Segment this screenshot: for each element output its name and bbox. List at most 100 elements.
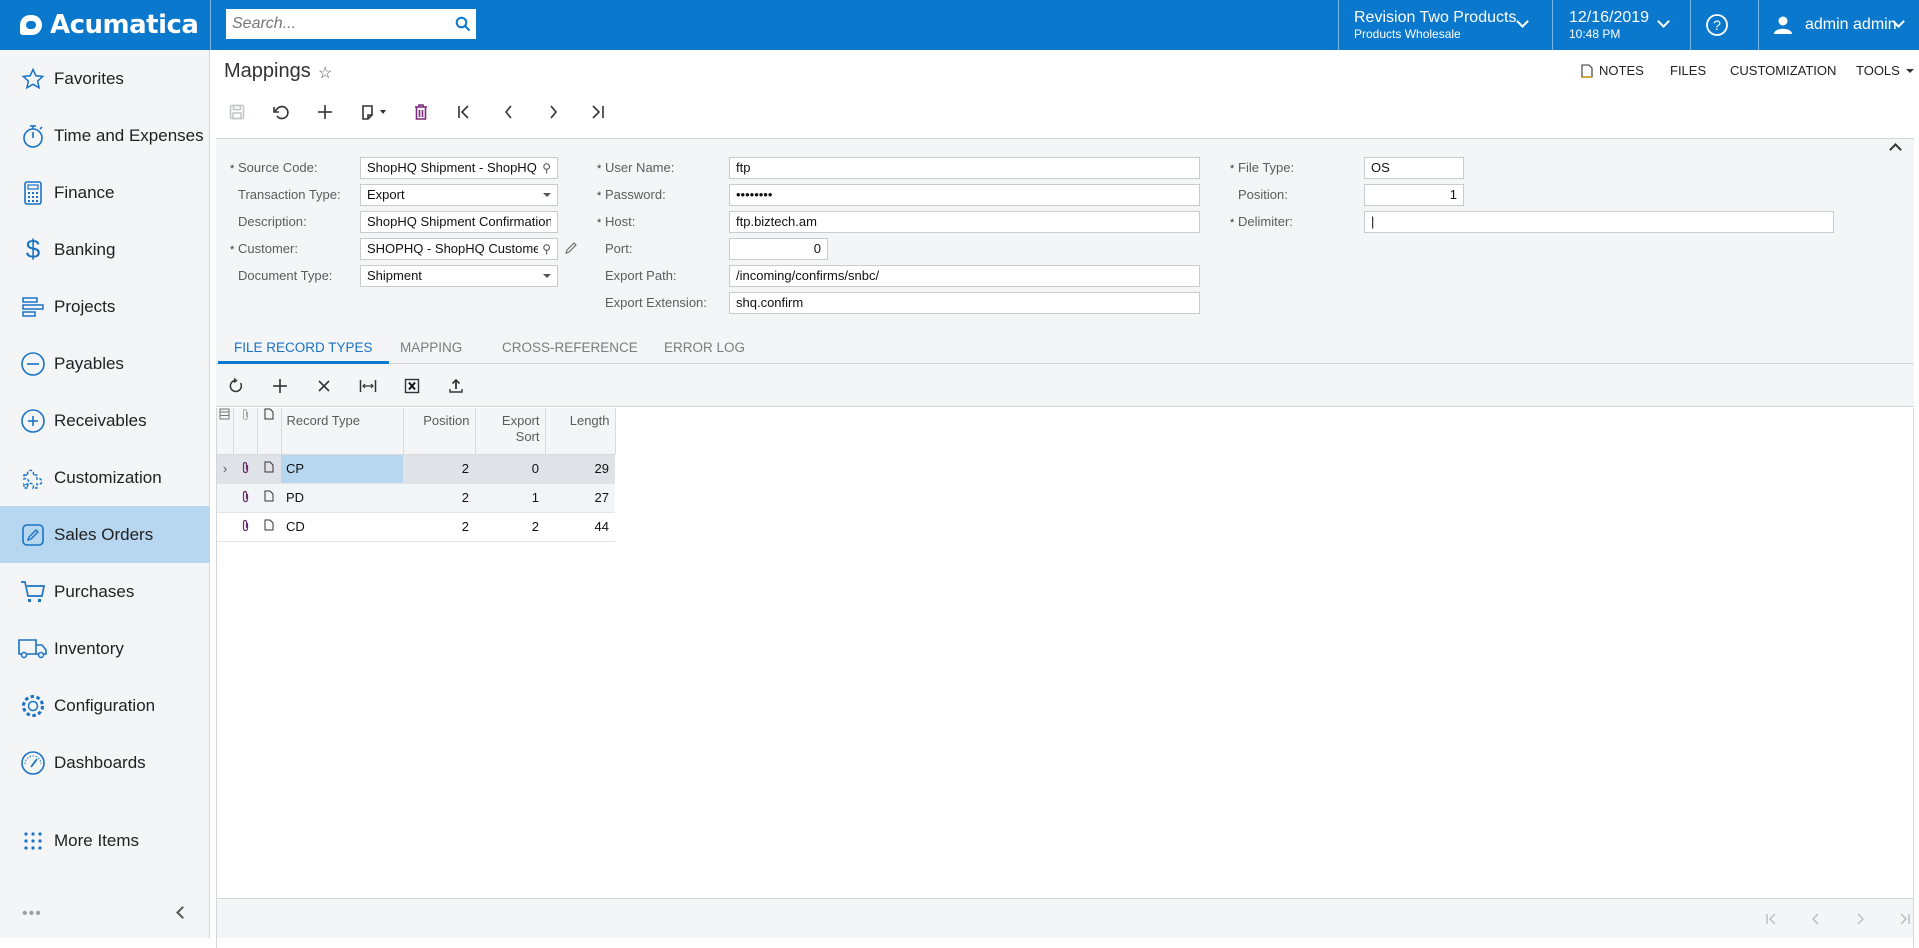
- pager-last-button[interactable]: [1892, 909, 1916, 929]
- next-record-button[interactable]: [539, 98, 567, 126]
- user-menu[interactable]: admin admin: [1758, 0, 1919, 50]
- cell-record-type[interactable]: CD: [281, 512, 403, 542]
- collapse-form-icon[interactable]: [1889, 143, 1902, 156]
- edit-customer-button[interactable]: [564, 241, 578, 260]
- previous-record-button[interactable]: [495, 98, 523, 126]
- sidebar-item-inventory[interactable]: Inventory: [0, 620, 210, 677]
- customization-button[interactable]: CUSTOMIZATION: [1730, 63, 1836, 78]
- row-selector[interactable]: [217, 512, 233, 542]
- cell-position[interactable]: 2: [403, 512, 475, 542]
- add-to-favorites-icon[interactable]: ☆: [318, 63, 332, 83]
- save-button[interactable]: [223, 98, 251, 126]
- cell-export-sort[interactable]: 0: [475, 454, 545, 484]
- tab-cross-reference[interactable]: CROSS-REFERENCE: [486, 328, 654, 364]
- description-field[interactable]: ShopHQ Shipment Confirmation: [360, 211, 558, 233]
- cell-length[interactable]: 27: [545, 483, 615, 513]
- column-header-export-sort[interactable]: Export Sort: [475, 408, 546, 455]
- more-options-icon[interactable]: •••: [22, 905, 42, 923]
- notes-button[interactable]: NOTES: [1581, 63, 1644, 78]
- files-column-header[interactable]: [233, 408, 258, 455]
- delimiter-field[interactable]: |: [1364, 211, 1834, 233]
- sidebar-item-time-and-expenses[interactable]: Time and Expenses: [0, 107, 210, 164]
- cell-position[interactable]: 2: [403, 454, 475, 484]
- sidebar-item-configuration[interactable]: Configuration: [0, 677, 210, 734]
- tab-error-log[interactable]: ERROR LOG: [648, 328, 761, 364]
- brand-logo[interactable]: Acumatica: [20, 9, 199, 41]
- sidebar-item-projects[interactable]: Projects: [0, 278, 210, 335]
- collapse-sidebar-icon[interactable]: [176, 906, 189, 919]
- tools-menu-button[interactable]: TOOLS: [1856, 63, 1914, 78]
- sidebar-item-dashboards[interactable]: Dashboards: [0, 734, 210, 791]
- file-type-field[interactable]: OS: [1364, 157, 1464, 179]
- table-row[interactable]: CD 2 2 44: [217, 512, 615, 542]
- first-record-button[interactable]: [451, 98, 479, 126]
- cell-export-sort[interactable]: 1: [475, 483, 545, 513]
- sidebar-item-more-items[interactable]: More Items: [0, 812, 210, 869]
- user-name-field[interactable]: ftp: [729, 157, 1200, 179]
- search-icon[interactable]: [450, 11, 476, 37]
- copy-paste-button[interactable]: [355, 98, 391, 126]
- sidebar-item-receivables[interactable]: Receivables: [0, 392, 210, 449]
- table-row[interactable]: › CP 2 0 29: [217, 454, 615, 484]
- sidebar-item-banking[interactable]: $ Banking: [0, 221, 210, 278]
- delete-button[interactable]: [407, 98, 435, 126]
- upload-button[interactable]: [442, 373, 470, 399]
- search-input[interactable]: [226, 10, 450, 38]
- pager-first-button[interactable]: [1760, 909, 1784, 929]
- files-button[interactable]: FILES: [1670, 63, 1706, 78]
- export-path-field[interactable]: /incoming/confirms/snbc/: [729, 265, 1200, 287]
- refresh-button[interactable]: [222, 373, 250, 399]
- cell-length[interactable]: 29: [545, 454, 615, 484]
- lookup-icon[interactable]: ⚲: [542, 158, 551, 178]
- row-files-icon[interactable]: [233, 454, 257, 484]
- position-field[interactable]: 1: [1364, 184, 1464, 206]
- add-new-record-button[interactable]: [311, 98, 339, 126]
- last-record-button[interactable]: [583, 98, 611, 126]
- sidebar-item-finance[interactable]: Finance: [0, 164, 210, 221]
- tab-mapping[interactable]: MAPPING: [384, 328, 478, 364]
- company-switcher[interactable]: Revision Two Products Products Wholesale: [1354, 0, 1534, 50]
- export-extension-field[interactable]: shq.confirm: [729, 292, 1200, 314]
- row-note-icon[interactable]: [257, 454, 281, 484]
- fit-columns-button[interactable]: [354, 373, 382, 399]
- document-type-select[interactable]: Shipment: [360, 265, 558, 287]
- notes-column-header[interactable]: [257, 408, 282, 455]
- sidebar-item-customization[interactable]: Customization: [0, 449, 210, 506]
- password-field[interactable]: ••••••••: [729, 184, 1200, 206]
- help-button[interactable]: ?: [1704, 0, 1730, 50]
- pager-previous-button[interactable]: [1804, 909, 1828, 929]
- row-expand-icon[interactable]: ›: [217, 454, 233, 484]
- sidebar-item-favorites[interactable]: Favorites: [0, 50, 210, 107]
- host-field[interactable]: ftp.biztech.am: [729, 211, 1200, 233]
- cancel-button[interactable]: [267, 98, 295, 126]
- row-selector-header[interactable]: [217, 408, 234, 455]
- cell-export-sort[interactable]: 2: [475, 512, 545, 542]
- pager-next-button[interactable]: [1848, 909, 1872, 929]
- cell-length[interactable]: 44: [545, 512, 615, 542]
- sidebar-item-sales-orders[interactable]: Sales Orders: [0, 506, 210, 563]
- cell-position[interactable]: 2: [403, 483, 475, 513]
- source-code-field[interactable]: ShopHQ Shipment - ShopHQ ⚲: [360, 157, 558, 179]
- delete-row-button[interactable]: [310, 373, 338, 399]
- table-row[interactable]: PD 2 1 27: [217, 483, 615, 513]
- date-switcher[interactable]: 12/16/2019 10:48 PM: [1569, 0, 1679, 50]
- column-header-length[interactable]: Length: [545, 408, 616, 455]
- row-files-icon[interactable]: [233, 483, 257, 513]
- lookup-icon[interactable]: ⚲: [542, 239, 551, 259]
- cell-record-type[interactable]: CP: [281, 454, 403, 484]
- sidebar-item-payables[interactable]: Payables: [0, 335, 210, 392]
- port-field[interactable]: 0: [729, 238, 828, 260]
- row-note-icon[interactable]: [257, 512, 281, 542]
- tab-file-record-types[interactable]: FILE RECORD TYPES: [218, 328, 389, 364]
- export-to-excel-button[interactable]: [398, 373, 426, 399]
- cell-record-type[interactable]: PD: [281, 483, 403, 513]
- column-header-record-type[interactable]: Record Type: [281, 408, 404, 455]
- add-row-button[interactable]: [266, 373, 294, 399]
- row-selector[interactable]: [217, 483, 233, 513]
- sidebar-item-purchases[interactable]: Purchases: [0, 563, 210, 620]
- row-files-icon[interactable]: [233, 512, 257, 542]
- transaction-type-select[interactable]: Export: [360, 184, 558, 206]
- row-note-icon[interactable]: [257, 483, 281, 513]
- column-header-position[interactable]: Position: [403, 408, 476, 455]
- customer-field[interactable]: SHOPHQ - ShopHQ Customer ⚲: [360, 238, 558, 260]
